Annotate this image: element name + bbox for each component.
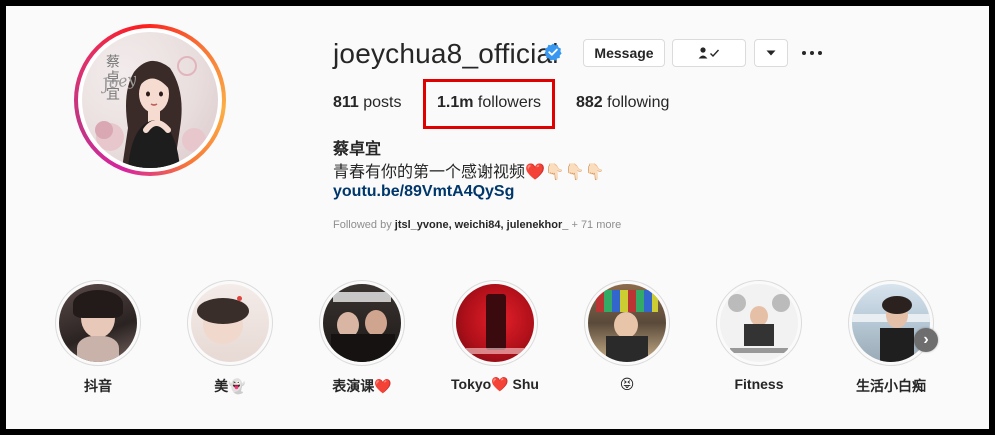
highlight-label: Fitness	[734, 376, 784, 392]
suggested-accounts-button[interactable]	[754, 39, 788, 67]
highlight-item[interactable]: 表演课❤️	[317, 280, 407, 396]
highlight-item[interactable]: 😝	[582, 280, 672, 393]
highlight-cover	[588, 284, 666, 362]
full-name: 蔡卓宜	[333, 141, 382, 158]
highlight-label: Tokyo❤️ Shu	[451, 376, 539, 392]
following-button[interactable]	[672, 39, 746, 67]
bio-link[interactable]: youtu.be/89VmtA4QySg	[333, 183, 514, 201]
avatar-illustration: 蔡卓宜 Joey	[82, 32, 218, 168]
posts-stat: 811 posts	[333, 94, 402, 112]
next-highlights-arrow-icon[interactable]: ›	[914, 328, 938, 352]
highlight-label: 😝	[619, 376, 635, 392]
following-label: following	[602, 94, 670, 111]
following-count: 882	[576, 94, 603, 111]
options-ellipsis-icon[interactable]	[802, 46, 824, 60]
profile-avatar[interactable]: 蔡卓宜 Joey	[74, 24, 226, 176]
highlight-cover	[191, 284, 269, 362]
followers-highlight-box	[423, 79, 555, 129]
highlight-label: 生活小白痴	[856, 378, 926, 394]
followed-by-names: jtsl_yvone, weichi84, julenekhor_	[394, 219, 569, 231]
highlight-label: 表演课❤️	[332, 378, 392, 394]
posts-label: posts	[358, 94, 402, 111]
highlight-cover	[720, 284, 798, 362]
highlight-label: 抖音	[84, 378, 112, 394]
username: joeychua8_official	[333, 38, 559, 69]
following-link[interactable]: 882 following	[576, 94, 669, 112]
verified-badge-icon	[544, 43, 562, 61]
chevron-down-icon	[766, 50, 776, 56]
person-check-icon	[698, 47, 720, 59]
highlight-cover	[456, 284, 534, 362]
highlight-cover	[323, 284, 401, 362]
highlight-item[interactable]: Tokyo❤️ Shu	[450, 280, 540, 393]
posts-count: 811	[333, 94, 359, 111]
bio-text: 青春有你的第一个感谢视频❤️👇🏻👇🏻👇🏻	[333, 164, 605, 181]
highlight-item[interactable]: Fitness	[714, 280, 804, 392]
followed-by[interactable]: Followed by jtsl_yvone, weichi84, julene…	[333, 219, 621, 231]
highlight-cover	[59, 284, 137, 362]
highlight-label: 美👻	[214, 378, 246, 394]
message-button[interactable]: Message	[583, 39, 665, 67]
highlight-item[interactable]: 美👻	[185, 280, 275, 396]
highlight-cover	[852, 284, 930, 362]
followed-by-prefix: Followed by	[333, 219, 395, 231]
highlight-item[interactable]: 抖音	[53, 280, 143, 396]
followed-by-more: + 71 more	[568, 219, 622, 231]
